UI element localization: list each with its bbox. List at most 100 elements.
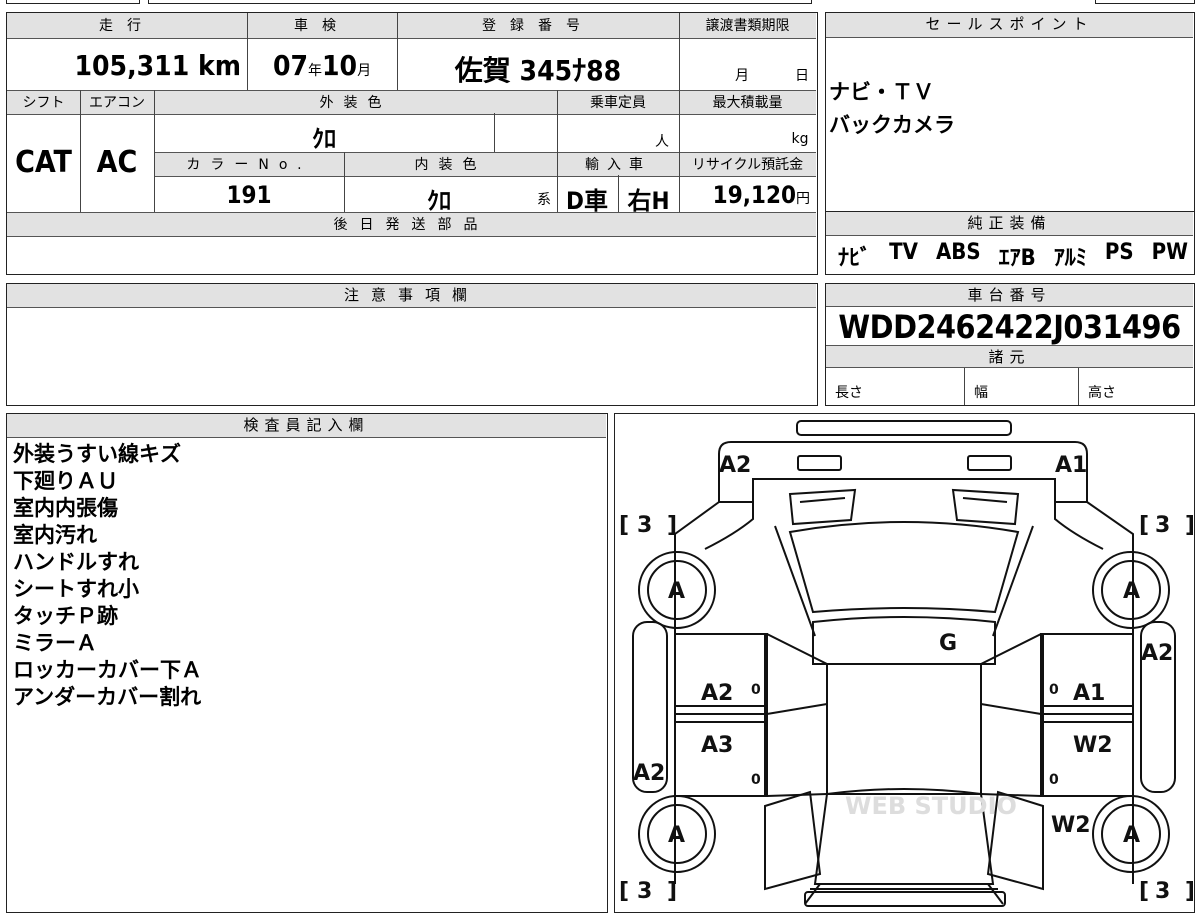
- transfer-month-unit: 月: [735, 68, 749, 84]
- inspector-header: 検査員記入欄: [7, 414, 606, 438]
- caution-panel: 注意事項欄: [6, 283, 818, 406]
- equipment-item: ｱﾙﾐ: [1053, 246, 1087, 271]
- car-diagram: [ 3 ] [ 3 ] [ 3 ] [ 3 ] A2 A1 A A A A G …: [619, 420, 1193, 907]
- inspector-note: 下廻りＡＵ: [13, 469, 118, 493]
- code-left-front-door: A2: [701, 681, 733, 706]
- wheel-code-fr: A: [1123, 579, 1140, 604]
- import-steering: 右H: [627, 187, 670, 215]
- equipment-panel: 純正装備 ﾅﾋﾞ TV ABS ｴｱB ｱﾙﾐ PS PW: [825, 211, 1195, 275]
- grid-line: [618, 175, 619, 212]
- inspector-note: 室内内張傷: [13, 496, 118, 520]
- inspector-note: ハンドルすれ: [13, 550, 139, 574]
- tire-bracket: ]: [1185, 513, 1193, 538]
- recycle-value: 19,120円: [712, 181, 810, 209]
- damage-diagram-panel: [ 3 ] [ 3 ] [ 3 ] [ 3 ] A2 A1 A A A A G …: [614, 413, 1195, 913]
- top-clipped-strip: [6, 0, 140, 4]
- grid-line: [247, 13, 248, 90]
- capacity-unit: 人: [655, 134, 669, 150]
- shaken-value: 07年10月: [272, 49, 372, 82]
- tire-bracket: [: [1139, 879, 1149, 904]
- import-label: 輸入車: [585, 157, 651, 173]
- tire-bracket: [: [619, 513, 629, 538]
- code-right-front-door: A1: [1073, 681, 1105, 706]
- grid-line: [557, 90, 558, 212]
- recycle-label: リサイクル預託金: [691, 157, 804, 173]
- equipment-item: PW: [1151, 240, 1188, 265]
- equipment-header: 純正装備: [826, 212, 1193, 236]
- code-left-rocker: A2: [633, 761, 665, 786]
- code-front-right: A1: [1055, 453, 1087, 478]
- top-clipped-strip: [148, 0, 812, 4]
- exterior-color-value: ｸﾛ: [312, 125, 336, 153]
- max-load-unit: kg: [791, 131, 809, 147]
- aircon-label: エアコン: [89, 95, 145, 111]
- import-dealer: D車: [566, 187, 608, 215]
- sale-points-header: セールスポイント: [826, 13, 1193, 38]
- inspector-note: アンダーカバー割れ: [13, 685, 202, 709]
- inspector-note: ロッカーカバー下Ａ: [13, 658, 202, 682]
- code-left-rear-door: A3: [701, 733, 733, 758]
- tire-bracket: ]: [1185, 879, 1193, 904]
- tire-tread-fr: 3: [1155, 513, 1170, 538]
- inspector-note: 外装うすい線キズ: [13, 442, 181, 466]
- wheel-code-fl: A: [668, 579, 685, 604]
- mileage-label: 走行: [99, 18, 155, 34]
- transfer-label: 譲渡書類期限: [705, 18, 790, 34]
- exterior-color-label: 外装色: [319, 95, 392, 111]
- interior-color-label: 内装色: [414, 157, 487, 173]
- max-load-label: 最大積載量: [712, 95, 783, 111]
- transfer-day-unit: 日: [795, 68, 809, 84]
- grid-line: [494, 113, 495, 152]
- equipment-item: PS: [1104, 240, 1134, 265]
- tire-bracket: ]: [667, 513, 677, 538]
- code-right-rear-door: W2: [1073, 733, 1113, 758]
- inspector-panel: 検査員記入欄 外装うすい線キズ 下廻りＡＵ 室内内張傷 室内汚れ ハンドルすれ …: [6, 413, 608, 913]
- tire-bracket: [: [1139, 513, 1149, 538]
- shift-label: シフト: [22, 95, 65, 111]
- color-no-label: カラーNo.: [186, 157, 312, 173]
- code-right-rear-quarter: W2: [1051, 813, 1091, 838]
- chassis-number: WDD2462422J031496: [838, 308, 1181, 346]
- height-label: 高さ: [1088, 385, 1116, 401]
- door-number: 0: [1049, 682, 1059, 698]
- caution-header: 注意事項欄: [7, 284, 816, 308]
- tire-bracket: [: [619, 879, 629, 904]
- grid-line: [154, 90, 155, 212]
- code-front-left: A2: [719, 453, 751, 478]
- inspector-notes: 外装うすい線キズ 下廻りＡＵ 室内内張傷 室内汚れ ハンドルすれ シートすれ小 …: [13, 441, 202, 711]
- watermark: WEB STUDIO: [845, 792, 1017, 820]
- registration-label: 登録番号: [482, 18, 594, 34]
- sale-points-panel: セールスポイント ナビ・ＴＶ バックカメラ: [825, 12, 1195, 212]
- aircon-value: AC: [96, 145, 138, 180]
- tire-bracket: ]: [667, 879, 677, 904]
- inspector-note: ミラーＡ: [13, 631, 97, 655]
- door-number: 0: [1049, 772, 1059, 788]
- width-label: 幅: [974, 385, 988, 401]
- grid-line: [397, 13, 398, 90]
- grid-line: [344, 152, 345, 212]
- equipment-list: ﾅﾋﾞ TV ABS ｴｱB ｱﾙﾐ PS PW: [838, 240, 1188, 272]
- spec-header: 諸元: [826, 345, 1193, 368]
- inspector-note: シートすれ小: [13, 577, 139, 601]
- grid-line: [80, 90, 81, 212]
- chassis-panel: 車台番号 WDD2462422J031496 諸元 長さ 幅 高さ: [825, 283, 1195, 406]
- later-parts-header: 後日発送部品: [333, 217, 490, 233]
- wheel-code-rr: A: [1123, 823, 1140, 848]
- grid-line: [1078, 368, 1079, 405]
- chassis-header: 車台番号: [826, 284, 1193, 307]
- door-number: 0: [751, 682, 761, 698]
- interior-color-value: ｸﾛ: [427, 187, 451, 215]
- inspector-note: 室内汚れ: [13, 523, 97, 547]
- mileage-value: 105,311 km: [74, 49, 242, 82]
- equipment-item: ｴｱB: [998, 246, 1036, 271]
- shaken-label: 車検: [294, 18, 350, 34]
- equipment-item: TV: [889, 240, 918, 265]
- sale-point-item: バックカメラ: [829, 113, 955, 137]
- length-label: 長さ: [835, 385, 863, 401]
- tire-tread-fl: 3: [637, 513, 652, 538]
- inspector-note: タッチＰ跡: [13, 604, 118, 628]
- wheel-code-rl: A: [668, 823, 685, 848]
- color-no-value: 191: [226, 181, 272, 209]
- equipment-item: ﾅﾋﾞ: [838, 246, 872, 271]
- capacity-label: 乗車定員: [590, 95, 646, 111]
